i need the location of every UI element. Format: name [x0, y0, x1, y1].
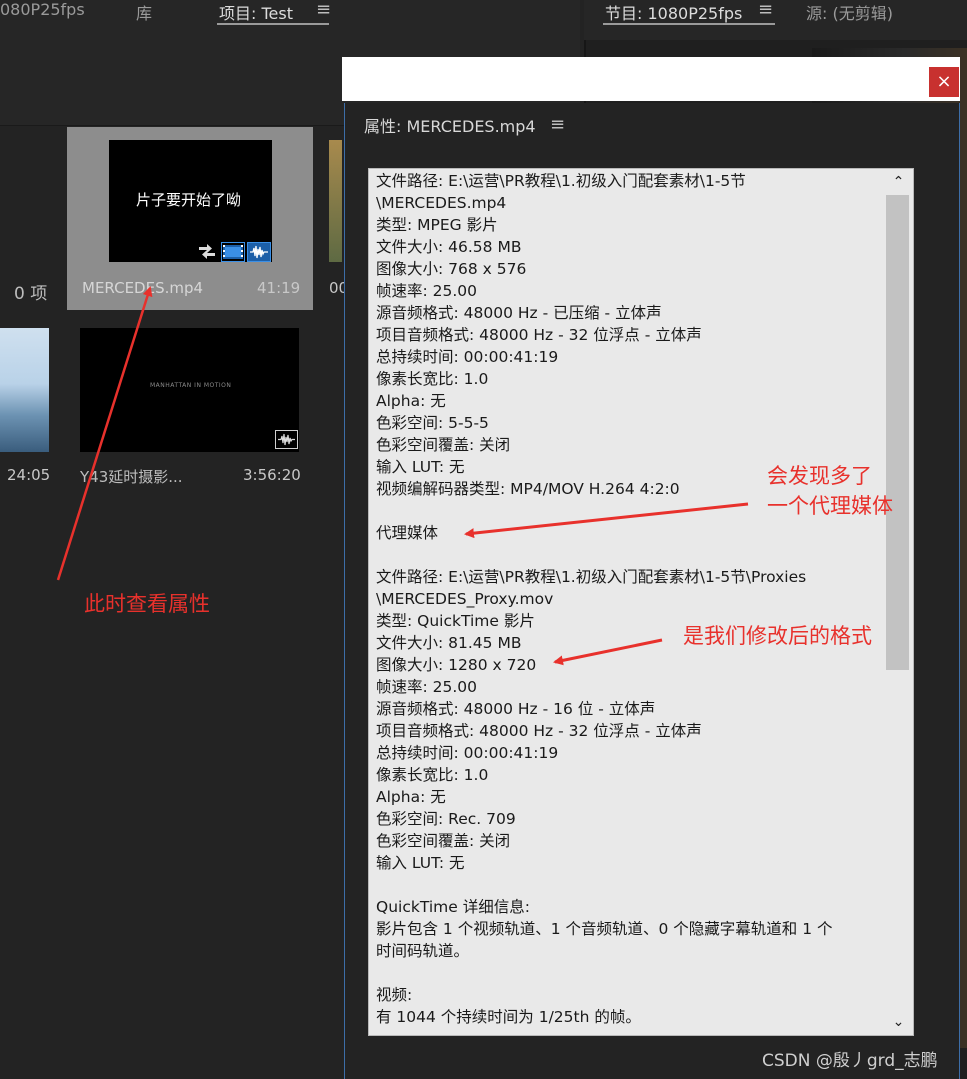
annotation-proxy-line2: 一个代理媒体 — [767, 494, 893, 518]
annotation-format: 是我们修改后的格式 — [683, 624, 872, 648]
annotation-view-props: 此时查看属性 — [84, 592, 210, 616]
annotation-arrows — [56, 286, 749, 666]
arrow-to-clip — [56, 286, 153, 581]
watermark: CSDN @殷丿grd_志鹏 — [762, 1051, 938, 1071]
arrow-to-proxy — [464, 502, 749, 539]
arrow-to-size — [553, 638, 663, 666]
annotation-proxy-line1: 会发现多了 — [767, 464, 872, 488]
